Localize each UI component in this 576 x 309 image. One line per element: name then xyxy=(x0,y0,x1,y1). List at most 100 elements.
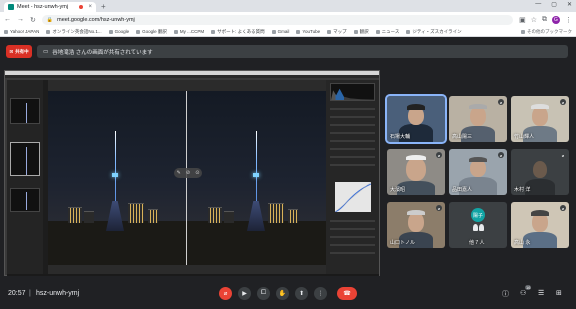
participant-name: 竹山輝人 xyxy=(514,134,535,140)
canvas-toolbar xyxy=(48,80,326,91)
participant-tile[interactable]: ⌀ 高山陽三 xyxy=(449,96,507,142)
bookmark-item[interactable]: マップ xyxy=(327,29,347,35)
chat-icon[interactable]: ☰ xyxy=(538,289,544,297)
develop-slider[interactable] xyxy=(330,124,375,126)
bookmark-icon xyxy=(327,29,332,34)
bookmark-item[interactable]: Yahoo! JAPAN xyxy=(4,29,39,34)
compare-mode-icon[interactable]: ⊘ xyxy=(186,170,190,176)
camera-button[interactable]: ▶ xyxy=(238,287,251,300)
mic-off-icon: ⌀ xyxy=(560,99,566,105)
raise-hand-button[interactable]: ✋ xyxy=(276,287,289,300)
develop-slider[interactable] xyxy=(330,132,375,134)
building xyxy=(208,207,222,223)
person-hair xyxy=(531,104,549,109)
address-bar[interactable]: 🔒 meet.google.com/hsz-unwh-ymj xyxy=(41,14,514,25)
participant-count-badge: 16 xyxy=(525,285,532,290)
participant-tile[interactable]: 石場大輔 xyxy=(385,94,447,144)
ground xyxy=(48,221,326,265)
people-icon xyxy=(468,224,488,232)
bookmark-item[interactable]: オンライン英会話No.1... xyxy=(46,29,102,35)
participant-tile[interactable]: ⌀ 高山 永 xyxy=(511,202,569,248)
bookmark-item[interactable]: サポート: よくある質問 xyxy=(211,29,265,35)
maximize-icon[interactable]: ▢ xyxy=(551,1,557,8)
bookmark-icon xyxy=(108,29,113,34)
person-face xyxy=(408,212,424,232)
mic-off-icon: ⌀ xyxy=(498,99,504,105)
bookmark-item[interactable]: Gmail xyxy=(271,29,289,34)
before-after-divider[interactable] xyxy=(186,91,187,265)
compare-options-icon[interactable]: ⊙ xyxy=(195,170,199,176)
camera-indicator-icon[interactable]: ▣ xyxy=(519,16,526,24)
forward-icon[interactable]: → xyxy=(17,16,24,23)
tower-deck xyxy=(112,173,118,177)
back-icon[interactable]: ← xyxy=(4,16,11,23)
bookmark-item[interactable]: My ...CCPM xyxy=(173,29,204,34)
profile-avatar[interactable]: G xyxy=(552,15,560,24)
participant-tile[interactable]: ⌀ 大濱昭 xyxy=(387,149,445,195)
reload-icon[interactable]: ↻ xyxy=(30,16,36,24)
person-hair xyxy=(469,157,487,162)
develop-slider[interactable] xyxy=(330,228,375,230)
develop-slider[interactable] xyxy=(330,140,375,142)
bookmark-item[interactable]: 翻訳 xyxy=(353,29,369,35)
mic-off-button[interactable]: ⌀ xyxy=(219,287,232,300)
develop-slider[interactable] xyxy=(330,116,375,118)
bookmark-item[interactable]: ジティ・ズスカイライン xyxy=(406,29,462,35)
tone-curve[interactable] xyxy=(334,181,372,213)
more-options-button[interactable]: ⋮ xyxy=(314,287,327,300)
bookmark-icon xyxy=(46,29,51,34)
compare-tool-icon[interactable]: ✎ xyxy=(177,170,181,176)
participant-tile[interactable]: ⌀ 品田嘉人 xyxy=(449,149,507,195)
activities-icon[interactable]: ⊞ xyxy=(556,289,562,297)
participant-tile[interactable]: ⌀ 竹山輝人 xyxy=(511,96,569,142)
close-window-icon[interactable]: ✕ xyxy=(567,1,572,8)
folder-icon xyxy=(521,29,525,34)
mic-off-icon: ⌀ xyxy=(560,152,566,158)
mic-off-icon: ⌀ xyxy=(436,152,442,158)
people-icon[interactable]: ⚇ xyxy=(520,289,526,297)
develop-panel xyxy=(326,80,379,274)
develop-slider[interactable] xyxy=(330,108,375,110)
participant-tile[interactable]: ⌀ 山口トノル xyxy=(387,202,445,248)
present-button[interactable]: ⬆ xyxy=(295,287,308,300)
building xyxy=(148,209,158,223)
develop-slider[interactable] xyxy=(330,164,375,166)
lock-icon: 🔒 xyxy=(46,16,54,23)
others-avatar: 陽子 xyxy=(471,208,485,222)
close-tab-icon[interactable]: × xyxy=(88,4,92,10)
presenting-button[interactable]: ⊡ 共有中 xyxy=(6,45,32,58)
recording-dot-icon xyxy=(79,5,84,9)
other-bookmarks[interactable]: その他のブックマーク xyxy=(521,29,572,35)
bookmark-item[interactable]: YouTube xyxy=(296,29,320,34)
new-tab-button[interactable]: + xyxy=(101,2,106,12)
meet-control-bar: 20:57 | hsz-unwh-ymj ⌀ ▶ ⧠ ✋ ⬆ ⋮ ☎ ⓘ ⚇ 1… xyxy=(0,280,576,309)
develop-slider[interactable] xyxy=(330,252,375,254)
browser-tab[interactable]: Meet - hsz-unwh-ymj × xyxy=(4,2,96,12)
minimize-icon[interactable]: — xyxy=(535,1,541,8)
bookmark-icon xyxy=(353,29,358,34)
develop-slider[interactable] xyxy=(330,244,375,246)
participant-tile[interactable]: ⌀ 木村 洋 xyxy=(511,149,569,195)
bookmark-item[interactable]: ニュース xyxy=(375,29,399,35)
presenting-banner: ▭ 谷地滝浩 さんの画面が共有されています xyxy=(37,45,568,58)
develop-slider[interactable] xyxy=(330,236,375,238)
person-face xyxy=(406,157,426,181)
menu-icon[interactable]: ⋮ xyxy=(565,16,572,24)
others-tile[interactable]: 陽子 他 7 人 xyxy=(449,202,507,248)
meeting-clock: 20:57 xyxy=(8,290,26,297)
star-icon[interactable]: ☆ xyxy=(531,16,537,24)
bookmark-item[interactable]: Google 翻訳 xyxy=(136,29,167,35)
tone-curve-graph xyxy=(334,181,372,213)
develop-slider[interactable] xyxy=(330,220,375,222)
browser-toolbar: ← → ↻ 🔒 meet.google.com/hsz-unwh-ymj ▣ ☆… xyxy=(0,12,576,27)
night-sky xyxy=(48,91,326,221)
develop-slider[interactable] xyxy=(330,148,375,150)
bookmark-item[interactable]: Google xyxy=(108,29,129,34)
develop-slider[interactable] xyxy=(330,156,375,158)
extensions-icon[interactable]: ⧉ xyxy=(542,16,547,24)
captions-button[interactable]: ⧠ xyxy=(257,287,270,300)
end-call-button[interactable]: ☎ xyxy=(337,287,357,300)
photo-thumbnail-selected xyxy=(10,142,40,176)
person-hair xyxy=(469,104,487,109)
meeting-details-icon[interactable]: ⓘ xyxy=(502,289,509,299)
